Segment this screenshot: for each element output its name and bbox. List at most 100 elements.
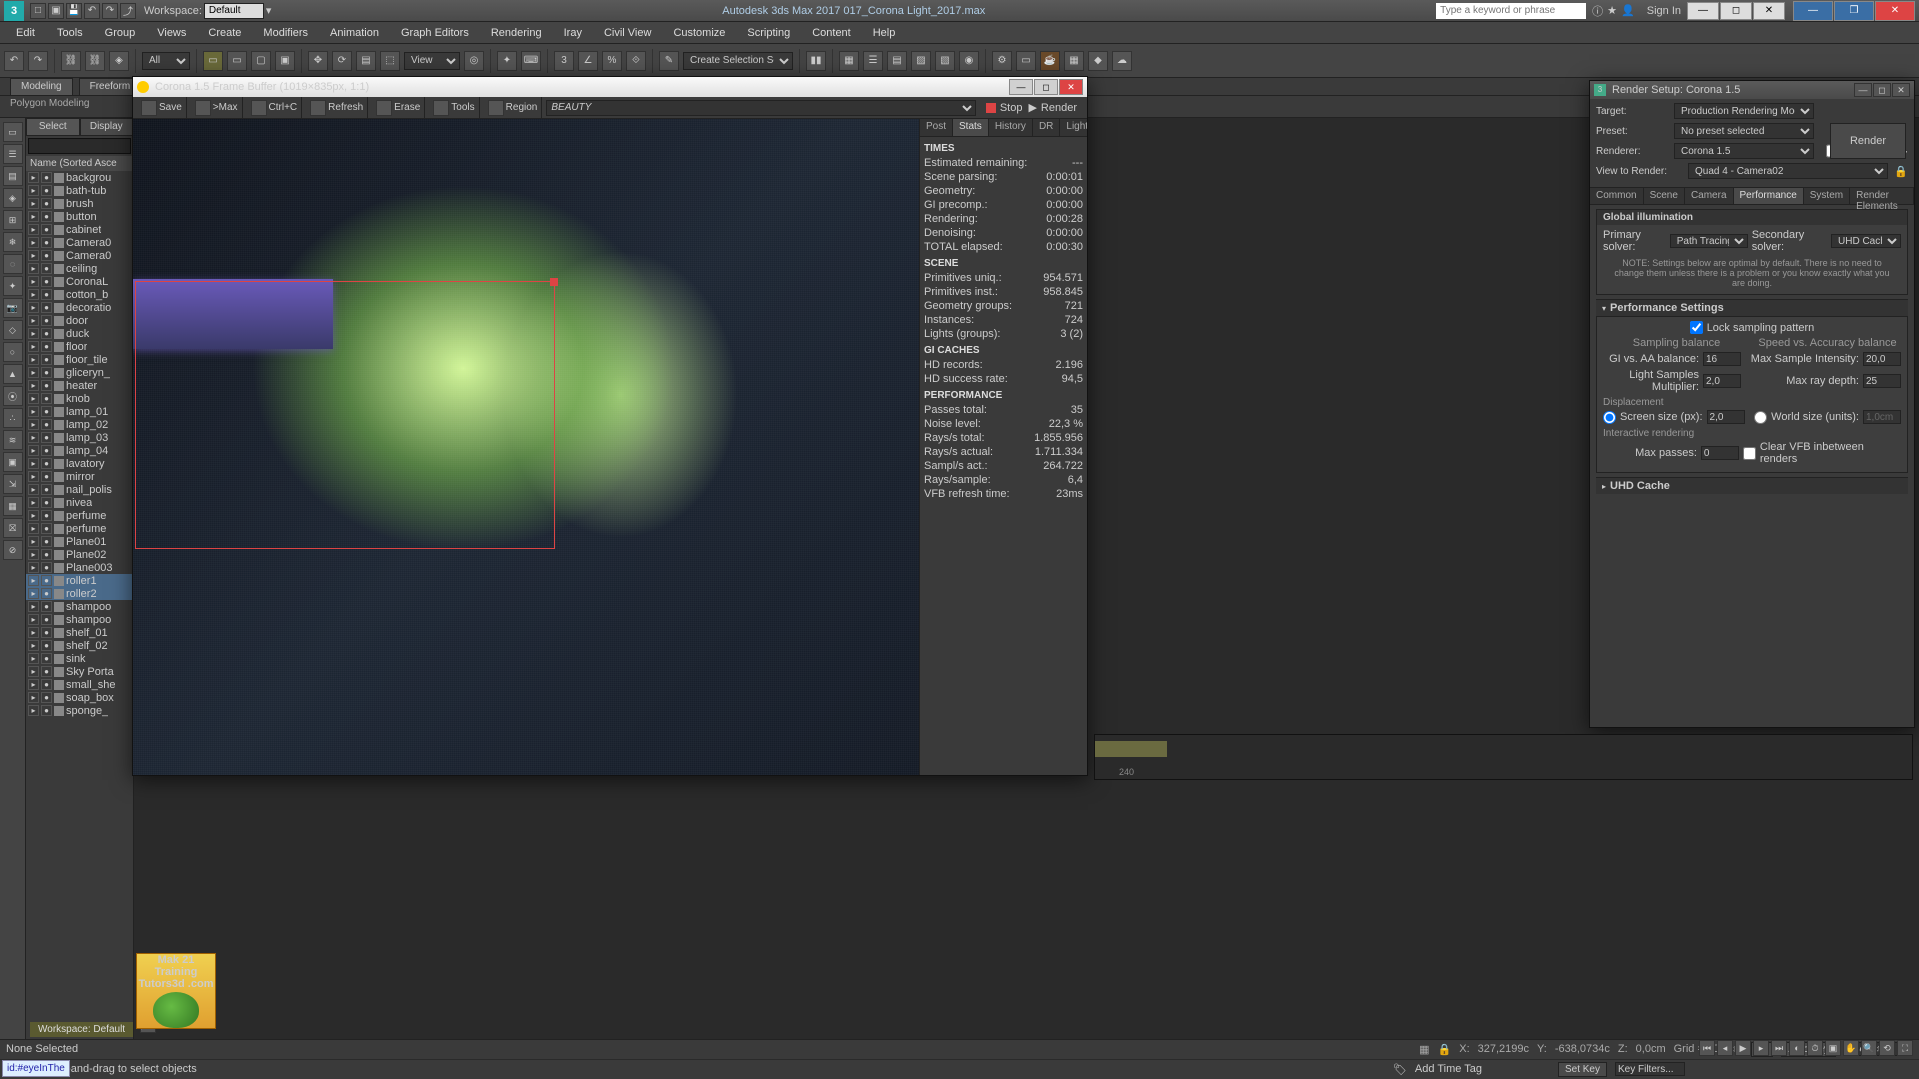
tab-select[interactable]: Select — [26, 118, 80, 136]
visibility-icon[interactable]: ● — [41, 393, 52, 404]
visibility-icon[interactable]: ● — [41, 653, 52, 664]
fb-tab-dr[interactable]: DR — [1033, 119, 1060, 136]
rs-lock-sampling-checkbox[interactable] — [1690, 321, 1703, 334]
expand-icon[interactable]: ▸ — [28, 705, 39, 716]
erase-icon[interactable] — [376, 100, 392, 116]
named-selection-dropdown[interactable]: Create Selection Se — [683, 52, 793, 70]
visibility-icon[interactable]: ● — [41, 380, 52, 391]
timeline-range-bar[interactable] — [1095, 741, 1167, 757]
bind-button[interactable]: ◈ — [109, 51, 129, 71]
scene-item[interactable]: ▸●perfume — [26, 522, 133, 535]
expand-icon[interactable]: ▸ — [28, 211, 39, 222]
rs-titlebar[interactable]: 3 Render Setup: Corona 1.5 — ◻ ✕ — [1590, 81, 1914, 99]
minimize-icon[interactable]: — — [1687, 2, 1719, 20]
hide-icon[interactable]: ◌ — [3, 254, 23, 274]
scene-item[interactable]: ▸●backgrou — [26, 171, 133, 184]
scene-item[interactable]: ▸●shelf_02 — [26, 639, 133, 652]
visibility-icon[interactable]: ● — [41, 289, 52, 300]
host-maximize-icon[interactable]: ❐ — [1834, 1, 1874, 21]
visibility-icon[interactable]: ● — [41, 627, 52, 638]
rs-tab-performance[interactable]: Performance — [1734, 188, 1804, 204]
visibility-icon[interactable]: ● — [41, 562, 52, 573]
fb-render-region[interactable] — [135, 281, 555, 549]
visibility-icon[interactable]: ● — [41, 484, 52, 495]
scene-item[interactable]: ▸●Sky Porta — [26, 665, 133, 678]
fb-tab-lightmix[interactable]: LightMix — [1060, 119, 1087, 136]
scene-item[interactable]: ▸●CoronaL — [26, 275, 133, 288]
tools-icon[interactable] — [433, 100, 449, 116]
menu-help[interactable]: Help — [863, 24, 906, 42]
scene-item[interactable]: ▸●roller1 — [26, 574, 133, 587]
scene-item[interactable]: ▸●bath-tub — [26, 184, 133, 197]
visibility-icon[interactable]: ● — [41, 198, 52, 209]
select-name-button[interactable]: ▭ — [227, 51, 247, 71]
freeze-icon[interactable]: ❄ — [3, 232, 23, 252]
rectangle-region-button[interactable]: ▢ — [251, 51, 271, 71]
rs-maxpasses-spinner[interactable] — [1701, 446, 1739, 460]
visibility-icon[interactable]: ● — [41, 250, 52, 261]
expand-icon[interactable]: ▸ — [28, 510, 39, 521]
info-icon[interactable]: ⓘ — [1592, 3, 1603, 19]
visibility-icon[interactable]: ● — [41, 172, 52, 183]
menu-tools[interactable]: Tools — [47, 24, 93, 42]
add-time-tag[interactable]: Add Time Tag — [1415, 1063, 1482, 1075]
scene-item[interactable]: ▸●shelf_01 — [26, 626, 133, 639]
scene-item[interactable]: ▸●roller2 — [26, 587, 133, 600]
render-setup-button[interactable]: ⚙ — [992, 51, 1012, 71]
goto-end-icon[interactable]: ⏭ — [1771, 1040, 1787, 1056]
scene-item[interactable]: ▸●sponge_ — [26, 704, 133, 717]
expand-icon[interactable]: ▸ — [28, 549, 39, 560]
expand-icon[interactable]: ▸ — [28, 302, 39, 313]
scene-item[interactable]: ▸●shampoo — [26, 613, 133, 626]
play-icon[interactable]: ▶ — [1735, 1040, 1751, 1056]
redo-icon[interactable]: ↷ — [102, 3, 118, 19]
rs-msi-spinner[interactable] — [1863, 352, 1901, 366]
expand-icon[interactable]: ▸ — [28, 588, 39, 599]
goto-start-icon[interactable]: ⏮ — [1699, 1040, 1715, 1056]
menu-content[interactable]: Content — [802, 24, 861, 42]
fb-region-button[interactable]: Region — [506, 102, 538, 113]
group-icon[interactable]: ▦ — [3, 496, 23, 516]
layers-button[interactable]: ☰ — [863, 51, 883, 71]
material-editor-button[interactable]: ◉ — [959, 51, 979, 71]
signin-link[interactable]: Sign In — [1647, 5, 1681, 17]
scene-item[interactable]: ▸●lamp_03 — [26, 431, 133, 444]
nav-zoom-icon[interactable]: 🔍 — [1861, 1040, 1877, 1056]
visibility-icon[interactable]: ● — [41, 497, 52, 508]
hierarchy-icon[interactable]: ⊞ — [3, 210, 23, 230]
scene-item[interactable]: ▸●cotton_b — [26, 288, 133, 301]
fb-erase-button[interactable]: Erase — [394, 102, 420, 113]
scene-item[interactable]: ▸●soap_box — [26, 691, 133, 704]
undo-icon[interactable]: ↶ — [84, 3, 100, 19]
visibility-icon[interactable]: ● — [41, 614, 52, 625]
manip-button[interactable]: ✦ — [497, 51, 517, 71]
refresh-icon[interactable] — [310, 100, 326, 116]
scale-button[interactable]: ▤ — [356, 51, 376, 71]
expand-icon[interactable]: ▸ — [28, 419, 39, 430]
scene-item[interactable]: ▸●perfume — [26, 509, 133, 522]
visibility-icon[interactable]: ● — [41, 341, 52, 352]
ref-coord-dropdown[interactable]: View — [404, 52, 460, 70]
rs-mrd-spinner[interactable] — [1863, 374, 1901, 388]
bone-icon[interactable]: ⦿ — [3, 386, 23, 406]
link-icon[interactable]: ⤴ — [120, 3, 136, 19]
menu-animation[interactable]: Animation — [320, 24, 389, 42]
space-warp-icon[interactable]: ≋ — [3, 430, 23, 450]
rs-tab-system[interactable]: System — [1804, 188, 1850, 204]
fb-tomax-button[interactable]: >Max — [213, 102, 238, 113]
rs-lsm-spinner[interactable] — [1703, 374, 1741, 388]
expand-icon[interactable]: ▸ — [28, 224, 39, 235]
rs-clearvfb-checkbox[interactable] — [1743, 447, 1756, 460]
rs-disp-world-radio[interactable] — [1754, 411, 1767, 424]
scene-item[interactable]: ▸●sink — [26, 652, 133, 665]
fb-titlebar[interactable]: Corona 1.5 Frame Buffer (1019×835px, 1:1… — [133, 77, 1087, 97]
scene-item[interactable]: ▸●heater — [26, 379, 133, 392]
scene-item[interactable]: ▸●knob — [26, 392, 133, 405]
select-icon[interactable]: ▭ — [3, 122, 23, 142]
menu-iray[interactable]: Iray — [554, 24, 592, 42]
edit-named-button[interactable]: ✎ — [659, 51, 679, 71]
nav-orbit-icon[interactable]: ⟲ — [1879, 1040, 1895, 1056]
visibility-icon[interactable]: ● — [41, 640, 52, 651]
hidden-icon[interactable]: ⊘ — [3, 540, 23, 560]
tomax-icon[interactable] — [195, 100, 211, 116]
